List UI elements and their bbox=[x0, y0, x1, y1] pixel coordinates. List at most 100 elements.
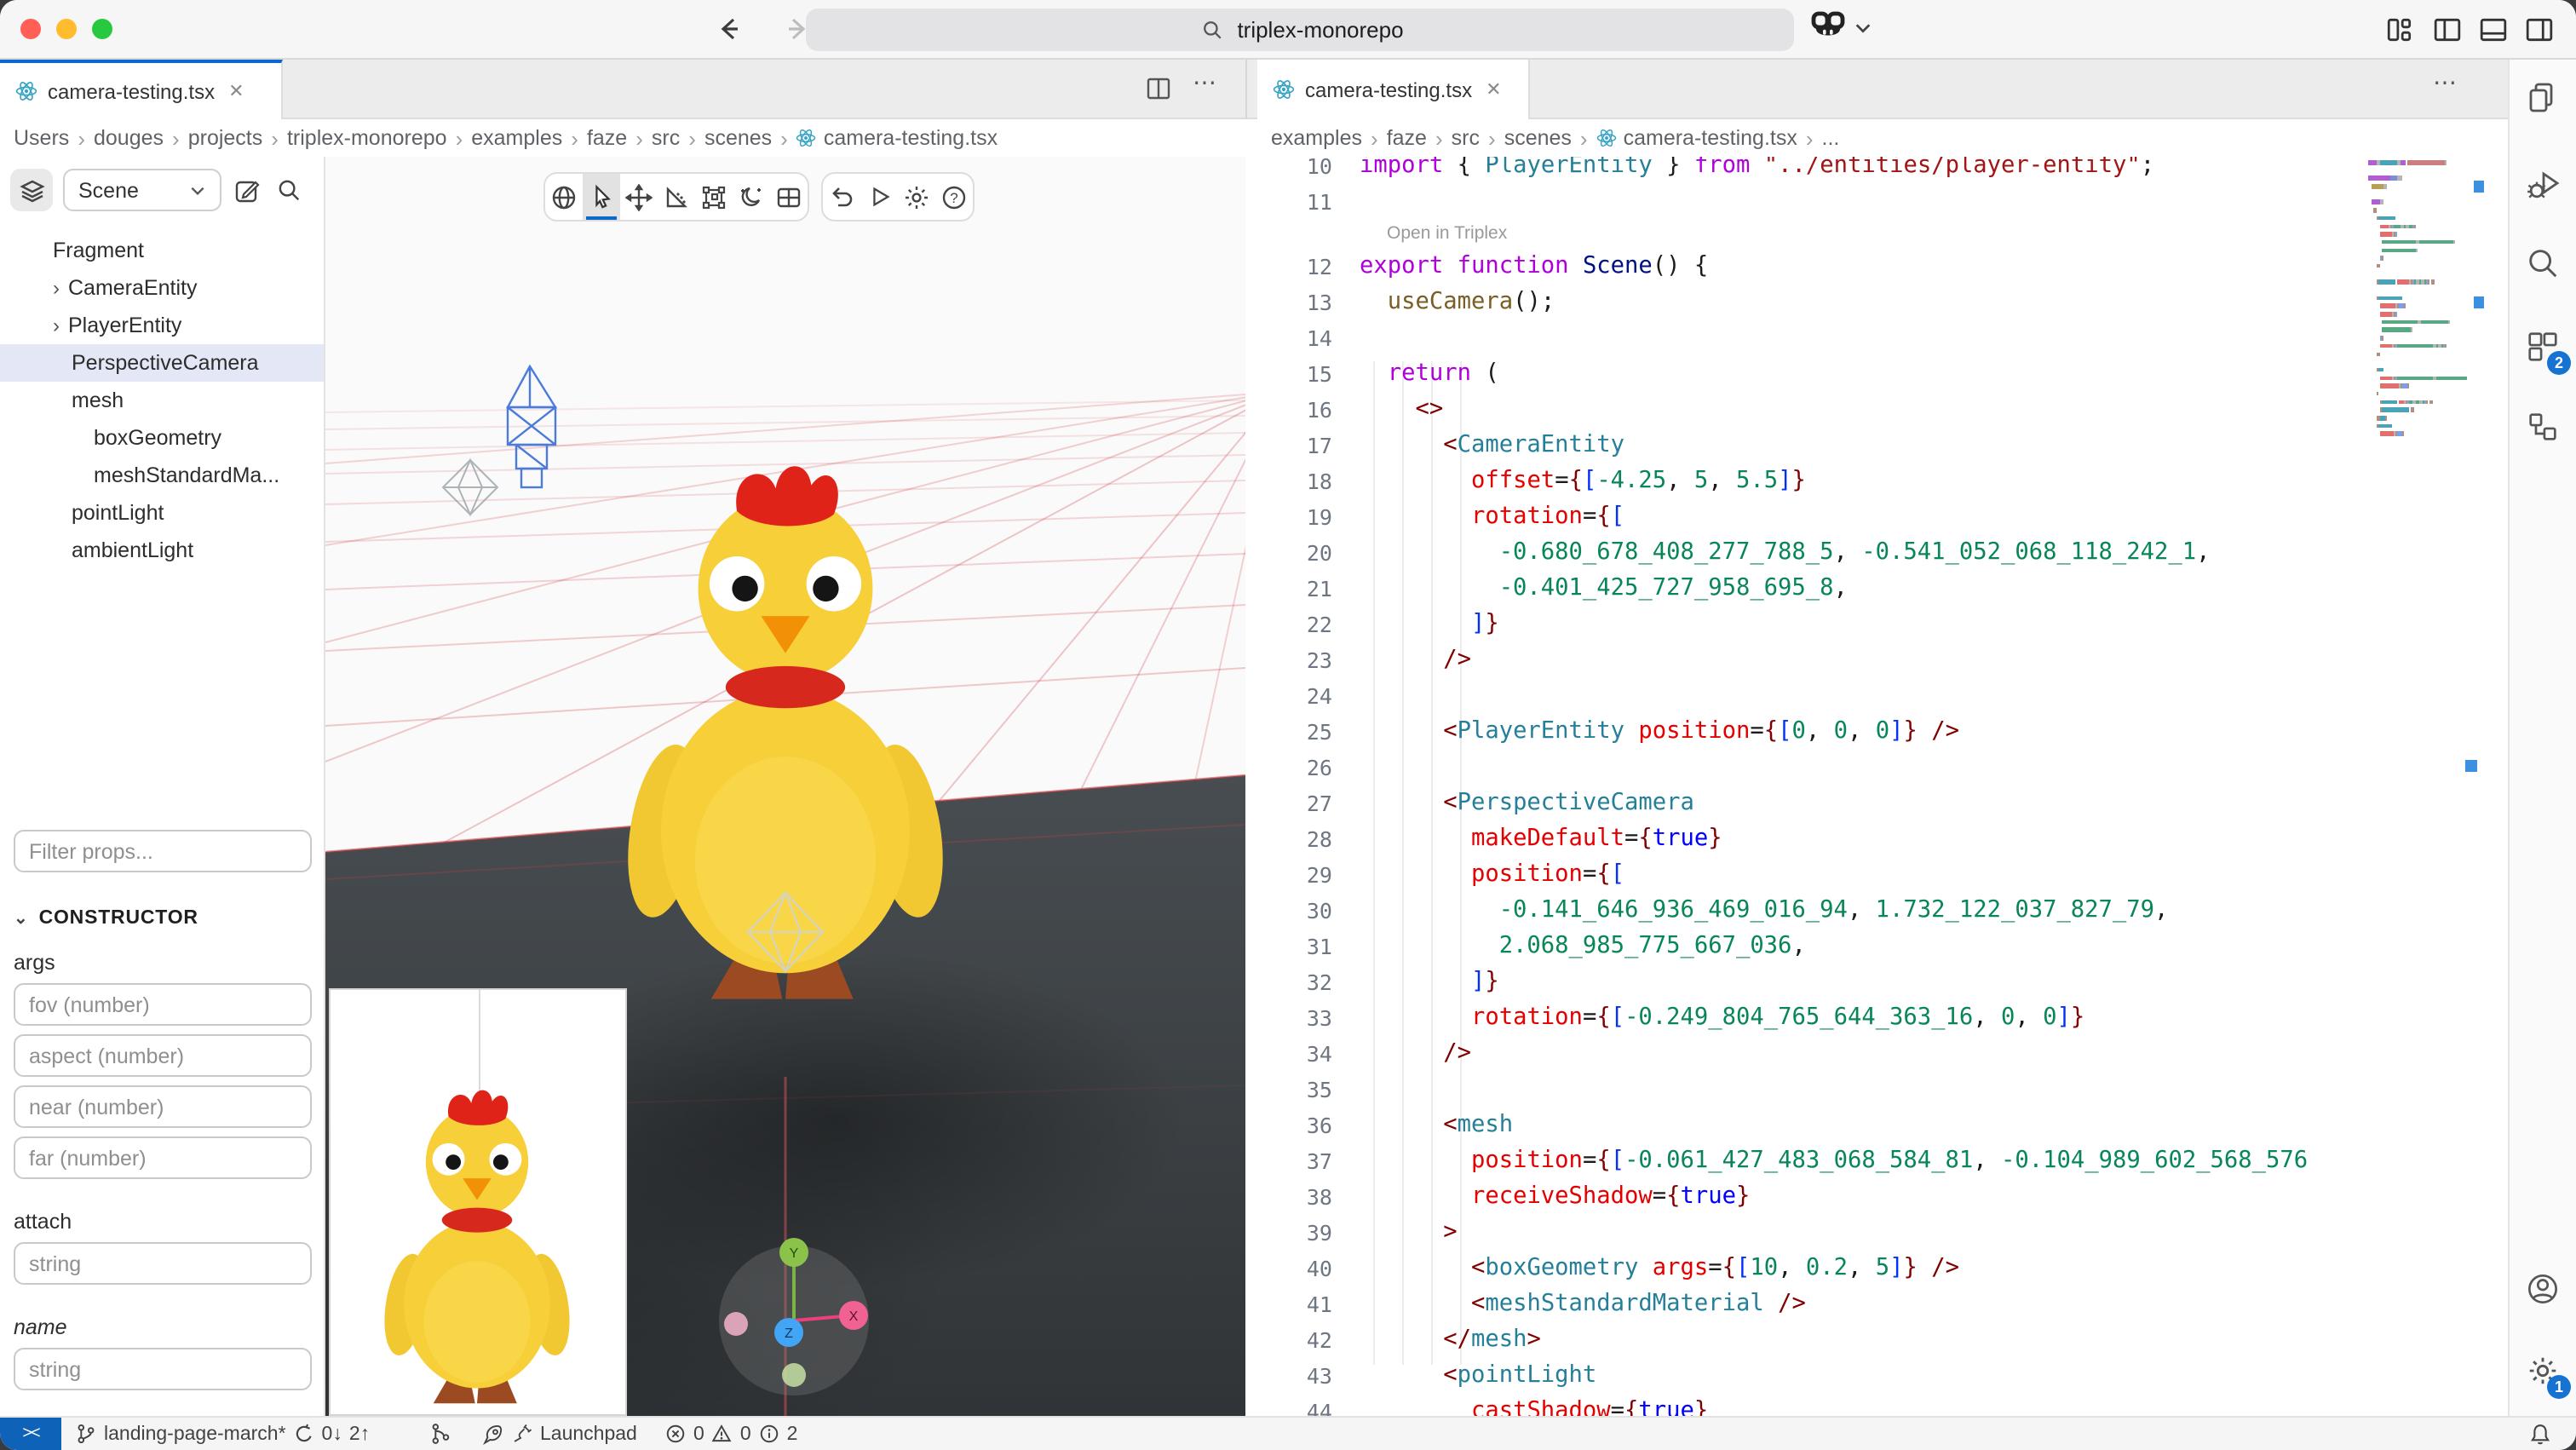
search-icon[interactable] bbox=[2525, 245, 2562, 283]
code-line[interactable]: 37 position={[-0.061_427_483_068_584_81,… bbox=[1247, 1143, 2372, 1179]
prop-input-far[interactable] bbox=[14, 1136, 312, 1179]
play-tool-icon[interactable] bbox=[860, 174, 898, 220]
axis-neg-x-handle[interactable] bbox=[724, 1312, 748, 1336]
prop-input-string[interactable] bbox=[14, 1348, 312, 1390]
code-line[interactable]: 14 bbox=[1247, 320, 2372, 356]
scale-tool-icon[interactable] bbox=[695, 174, 733, 220]
section-header-constructor[interactable]: ⌄CONSTRUCTOR bbox=[14, 908, 312, 929]
tree-item-perspectivecamera[interactable]: PerspectiveCamera bbox=[0, 344, 324, 382]
code-line[interactable]: 22 ]} bbox=[1247, 607, 2372, 642]
code-line[interactable]: 18 offset={[-4.25, 5, 5.5]} bbox=[1247, 463, 2372, 499]
axis-navigation-gizmo[interactable]: Y X Z bbox=[709, 1235, 879, 1406]
prop-input-string[interactable] bbox=[14, 1242, 312, 1285]
axis-neg-y-handle[interactable] bbox=[782, 1363, 806, 1387]
code-line[interactable]: 19 rotation={[ bbox=[1247, 499, 2372, 535]
prop-input-near[interactable] bbox=[14, 1085, 312, 1128]
code-line[interactable]: 42 </mesh> bbox=[1247, 1322, 2372, 1358]
extensions-icon[interactable]: 2 bbox=[2525, 329, 2562, 366]
moon-tool-icon[interactable] bbox=[733, 174, 770, 220]
code-line[interactable]: 11 bbox=[1247, 184, 2372, 220]
account-icon[interactable] bbox=[2525, 1271, 2562, 1309]
minimize-window-button[interactable] bbox=[56, 19, 77, 39]
viewport-3d[interactable]: ? Y X Z bbox=[325, 157, 1245, 1416]
git-branch-status[interactable]: landing-page-march* 0↓ 2↑ bbox=[75, 1418, 370, 1450]
breadcrumb-item[interactable]: scenes bbox=[704, 126, 772, 150]
tree-item-cameraentity[interactable]: ›CameraEntity bbox=[0, 269, 324, 307]
breadcrumb-item[interactable]: src bbox=[1452, 126, 1480, 150]
layout-customize-icon[interactable] bbox=[2385, 15, 2416, 46]
code-line[interactable]: 44 castShadow={true} bbox=[1247, 1394, 2372, 1416]
breadcrumb-item[interactable]: examples bbox=[1271, 126, 1362, 150]
code-line[interactable]: 28 makeDefault={true} bbox=[1247, 821, 2372, 857]
code-line[interactable]: 38 receiveShadow={true} bbox=[1247, 1179, 2372, 1215]
move-tool-icon[interactable] bbox=[620, 174, 658, 220]
tree-item-meshstandardma[interactable]: meshStandardMa... bbox=[0, 457, 324, 494]
code-line[interactable]: 43 <pointLight bbox=[1247, 1358, 2372, 1394]
profile-menu[interactable] bbox=[1809, 10, 1872, 44]
camera-helper-gizmo[interactable] bbox=[491, 361, 576, 498]
globe-tool-icon[interactable] bbox=[545, 174, 583, 220]
code-line[interactable]: 41 <meshStandardMaterial /> bbox=[1247, 1286, 2372, 1322]
code-line[interactable]: 27 <PerspectiveCamera bbox=[1247, 785, 2372, 821]
code-line[interactable]: 16 <> bbox=[1247, 392, 2372, 428]
toggle-panel-icon[interactable] bbox=[2479, 15, 2510, 46]
prop-input-aspect[interactable] bbox=[14, 1034, 312, 1077]
code-line[interactable]: 31 2.068_985_775_667_036, bbox=[1247, 929, 2372, 964]
tree-item-mesh[interactable]: mesh bbox=[0, 382, 324, 419]
close-tab-icon[interactable]: ✕ bbox=[1486, 78, 1501, 101]
search-input[interactable]: triplex-monorepo bbox=[806, 9, 1794, 51]
breadcrumb-file[interactable]: camera-testing.tsx bbox=[796, 126, 998, 150]
split-editor-icon[interactable] bbox=[1145, 75, 1172, 102]
breadcrumb-item[interactable]: douges bbox=[94, 126, 164, 150]
light-gizmo[interactable] bbox=[745, 889, 826, 975]
code-line[interactable]: 29 position={[ bbox=[1247, 857, 2372, 893]
code-line[interactable]: 32 ]} bbox=[1247, 964, 2372, 1000]
frames-tool-icon[interactable] bbox=[770, 174, 808, 220]
code-line[interactable]: 25 <PlayerEntity position={[0, 0, 0]} /> bbox=[1247, 714, 2372, 750]
layers-icon[interactable] bbox=[10, 169, 53, 211]
breadcrumb-item[interactable]: scenes bbox=[1504, 126, 1572, 150]
problems-status[interactable]: 0 0 2 bbox=[664, 1418, 797, 1450]
codelens-open-in-triplex[interactable]: Open in Triplex bbox=[1247, 220, 2372, 249]
cursor-tool-icon[interactable] bbox=[583, 174, 620, 220]
prop-input-fov[interactable] bbox=[14, 983, 312, 1026]
edit-icon[interactable] bbox=[232, 175, 262, 205]
tree-item-fragment[interactable]: Fragment bbox=[0, 232, 324, 269]
code-line[interactable]: 23 /> bbox=[1247, 642, 2372, 678]
chevron-right-icon[interactable]: › bbox=[44, 314, 68, 337]
breadcrumb-item[interactable]: Users bbox=[14, 126, 69, 150]
tree-item-pointlight[interactable]: pointLight bbox=[0, 494, 324, 532]
launchpad-status[interactable]: Launchpad bbox=[480, 1418, 637, 1450]
toggle-left-sidebar-icon[interactable] bbox=[2433, 15, 2464, 46]
scene-select[interactable]: Scene bbox=[63, 169, 221, 211]
code-line[interactable]: 12export function Scene() { bbox=[1247, 249, 2372, 285]
breadcrumb-item[interactable]: ... bbox=[1822, 126, 1840, 150]
gear-icon[interactable]: 1 bbox=[2525, 1353, 2562, 1390]
light-gizmo[interactable] bbox=[440, 457, 501, 518]
close-tab-icon[interactable]: ✕ bbox=[228, 80, 244, 102]
toggle-right-sidebar-icon[interactable] bbox=[2525, 15, 2556, 46]
copy-icon[interactable] bbox=[2525, 80, 2562, 118]
code-line[interactable]: 30 -0.141_646_936_469_016_94, 1.732_122_… bbox=[1247, 893, 2372, 929]
code-line[interactable]: 24 bbox=[1247, 678, 2372, 714]
breadcrumb-item[interactable]: faze bbox=[1387, 126, 1427, 150]
code-line[interactable]: 21 -0.401_425_727_958_695_8, bbox=[1247, 571, 2372, 607]
close-window-button[interactable] bbox=[20, 19, 41, 39]
code-line[interactable]: 34 /> bbox=[1247, 1036, 2372, 1072]
minimap[interactable] bbox=[2368, 160, 2491, 440]
code-line[interactable]: 10import { PlayerEntity } from "../entit… bbox=[1247, 157, 2372, 184]
tab-camera-testing-left[interactable]: camera-testing.tsx ✕ bbox=[0, 60, 283, 119]
remote-indicator[interactable]: >< bbox=[0, 1418, 61, 1450]
chevron-right-icon[interactable]: › bbox=[44, 276, 68, 300]
search-icon[interactable] bbox=[273, 175, 303, 205]
code-line[interactable]: 17 <CameraEntity bbox=[1247, 428, 2372, 463]
editor-more-actions-icon[interactable]: ⋯ bbox=[2433, 68, 2457, 97]
git-merge-icon[interactable] bbox=[429, 1418, 451, 1450]
breadcrumb-item[interactable]: triplex-monorepo bbox=[287, 126, 447, 150]
filter-props-input[interactable] bbox=[14, 830, 312, 872]
run-debug-icon[interactable] bbox=[2525, 167, 2562, 204]
code-line[interactable]: 13 useCamera(); bbox=[1247, 285, 2372, 320]
code-line[interactable]: 36 <mesh bbox=[1247, 1108, 2372, 1143]
tree-item-boxgeometry[interactable]: boxGeometry bbox=[0, 419, 324, 457]
code-line[interactable]: 35 bbox=[1247, 1072, 2372, 1108]
